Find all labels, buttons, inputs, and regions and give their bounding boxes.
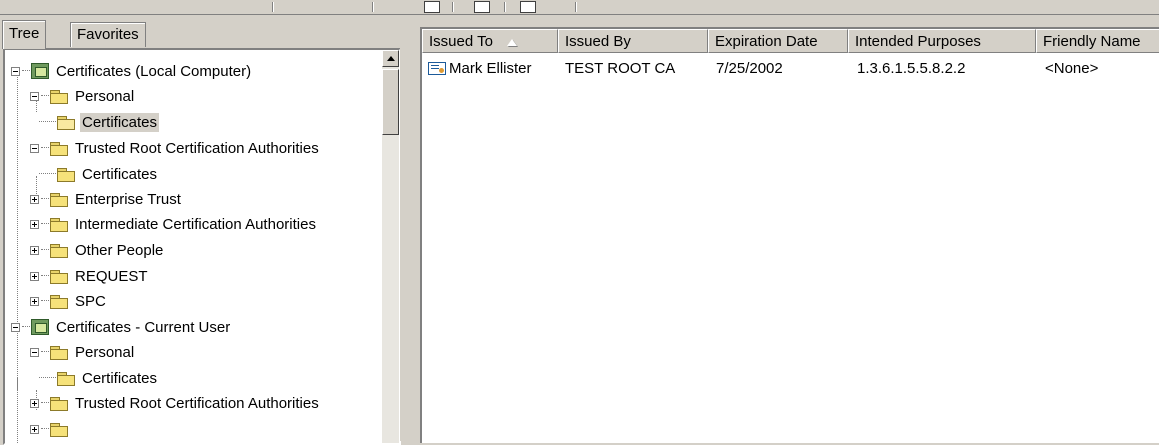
tree-node-label: Trusted Root Certification Authorities	[75, 394, 319, 412]
tree-node-certificates-user[interactable]: Certificates	[39, 365, 159, 391]
tree-pane: Tree Favorites Certificates (Local Compu…	[0, 20, 401, 445]
tree-node-label: Other People	[75, 241, 164, 259]
tree-node-enterprise-trust[interactable]: Enterprise Trust	[30, 186, 183, 212]
cell-friendly-name: <None>	[1045, 60, 1099, 77]
tree-node-label: Enterprise Trust	[75, 190, 181, 208]
tree-node-label: Certificates	[82, 369, 158, 387]
toolbar	[0, 0, 1159, 15]
tree-node-certificates-selected[interactable]: Certificates	[39, 109, 160, 135]
certificate-icon	[428, 62, 446, 75]
tree-node-label: Certificates	[82, 165, 158, 183]
open-folder-icon	[57, 115, 75, 130]
collapse-icon[interactable]	[30, 347, 39, 357]
collapse-icon[interactable]	[30, 91, 39, 101]
tree-node-spc[interactable]: SPC	[30, 288, 108, 314]
cell-issued-by: TEST ROOT CA	[565, 60, 676, 77]
folder-icon	[50, 243, 68, 258]
toolbar-separator	[504, 2, 506, 12]
tree-node-label: Certificates	[80, 112, 160, 132]
tree-node-partial[interactable]	[30, 416, 73, 442]
tree-node-label: Personal	[75, 343, 135, 361]
tree-connector	[17, 68, 19, 390]
tree-node-label: SPC	[75, 292, 106, 310]
folder-icon	[50, 345, 68, 360]
column-header-issued-to[interactable]: Issued To	[422, 29, 558, 53]
details-list[interactable]: Issued To Issued By Expiration Date Inte…	[420, 27, 1159, 443]
folder-icon	[50, 422, 68, 437]
tree-node-label: Trusted Root Certification Authorities	[75, 139, 319, 157]
folder-icon	[57, 371, 75, 386]
pane-tabs: Tree Favorites	[0, 20, 400, 50]
expand-icon[interactable]	[30, 219, 39, 229]
list-row[interactable]: Mark Ellister TEST ROOT CA 7/25/2002 1.3…	[422, 57, 1159, 81]
tree-node-other-people[interactable]: Other People	[30, 237, 165, 263]
tab-favorites[interactable]: Favorites	[70, 22, 146, 47]
expand-icon[interactable]	[30, 296, 39, 306]
collapse-icon[interactable]	[11, 322, 20, 332]
certificate-store-icon	[31, 319, 49, 335]
tree-node-trusted-root-user[interactable]: Trusted Root Certification Authorities	[30, 390, 321, 416]
cell-issued-to: Mark Ellister	[449, 60, 532, 77]
toolbar-separator	[372, 2, 374, 12]
toolbar-separator	[575, 2, 577, 12]
cell-expiration-date: 7/25/2002	[716, 60, 783, 77]
tree-node-intermediate-ca[interactable]: Intermediate Certification Authorities	[30, 211, 318, 237]
toolbar-separator	[452, 2, 454, 12]
expand-icon[interactable]	[30, 194, 39, 204]
toolbar-button-icon[interactable]	[474, 1, 490, 13]
folder-icon	[57, 167, 75, 182]
column-header-expiration-date[interactable]: Expiration Date	[708, 29, 848, 53]
expand-icon[interactable]	[30, 398, 39, 408]
tree-node-personal-user[interactable]: Personal	[30, 339, 136, 365]
expand-icon[interactable]	[30, 245, 39, 255]
tree-node-label: Intermediate Certification Authorities	[75, 215, 316, 233]
expand-icon[interactable]	[30, 271, 39, 281]
tree-node-request[interactable]: REQUEST	[30, 263, 150, 289]
collapse-icon[interactable]	[30, 143, 39, 153]
toolbar-button-icon[interactable]	[520, 1, 536, 13]
collapse-icon[interactable]	[11, 66, 20, 76]
tab-tree[interactable]: Tree	[2, 20, 47, 49]
tree-node-local-computer[interactable]: Certificates (Local Computer)	[11, 58, 253, 84]
tree-node-trusted-root[interactable]: Trusted Root Certification Authorities	[30, 135, 321, 161]
certificate-store-icon	[31, 63, 49, 79]
folder-icon	[50, 89, 68, 104]
expand-icon[interactable]	[30, 424, 39, 434]
column-header-issued-by[interactable]: Issued By	[558, 29, 708, 53]
column-label: Issued To	[429, 33, 493, 50]
sort-ascending-icon	[506, 38, 517, 46]
folder-icon	[50, 294, 68, 309]
tree-node-label: Certificates (Local Computer)	[56, 62, 252, 80]
tree-node-label: Certificates - Current User	[56, 318, 231, 336]
scroll-up-button[interactable]	[382, 50, 399, 67]
folder-icon	[50, 269, 68, 284]
tree-node-certificates[interactable]: Certificates	[39, 161, 159, 187]
tree-connector	[17, 378, 19, 443]
tree-scrollbar[interactable]	[382, 50, 399, 443]
cell-intended-purposes: 1.3.6.1.5.5.8.2.2	[857, 60, 966, 77]
tree-node-label: REQUEST	[75, 267, 148, 285]
column-header-intended-purposes[interactable]: Intended Purposes	[848, 29, 1036, 53]
scrollbar-thumb[interactable]	[382, 69, 399, 135]
folder-icon	[50, 217, 68, 232]
tree-node-personal[interactable]: Personal	[30, 83, 136, 109]
pane-splitter[interactable]	[400, 20, 420, 441]
console-tree[interactable]: Certificates (Local Computer) Personal C…	[3, 48, 401, 445]
toolbar-button-icon[interactable]	[424, 1, 440, 13]
column-header-friendly-name[interactable]: Friendly Name	[1036, 29, 1159, 53]
folder-icon	[50, 192, 68, 207]
tree-node-current-user[interactable]: Certificates - Current User	[11, 314, 232, 340]
toolbar-separator	[272, 2, 274, 12]
folder-icon	[50, 396, 68, 411]
folder-icon	[50, 141, 68, 156]
tree-node-label: Personal	[75, 87, 135, 105]
list-header: Issued To Issued By Expiration Date Inte…	[422, 29, 1159, 53]
